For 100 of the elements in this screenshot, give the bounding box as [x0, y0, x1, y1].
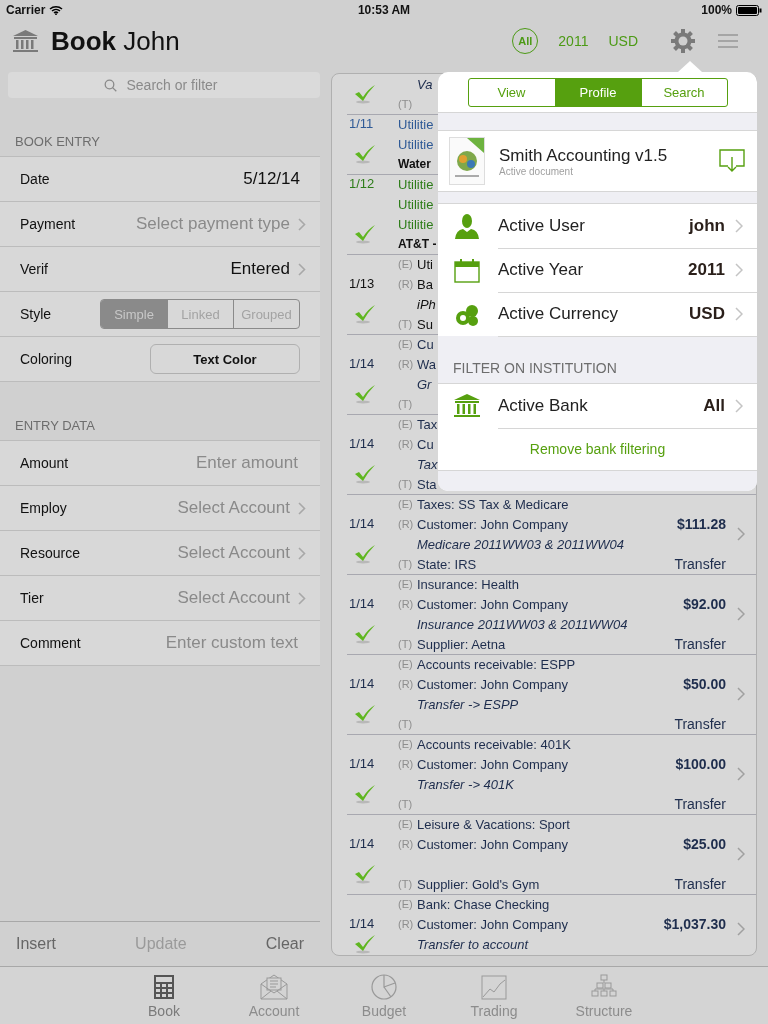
bank-icon — [453, 392, 481, 420]
filter-link[interactable]: USD — [608, 33, 638, 49]
entry-text: Transfer to account — [417, 936, 529, 952]
tab-item[interactable]: Account — [239, 967, 309, 1024]
setting-label: Active Currency — [498, 303, 619, 324]
document-icon — [449, 137, 485, 185]
document-subtitle: Active document — [499, 165, 574, 177]
line-tag: (R) — [398, 278, 417, 290]
entry-text: Medicare 2011WW03 & 2011WW04 — [417, 536, 624, 552]
select-placeholder[interactable]: Select Account — [177, 543, 290, 563]
segment[interactable]: Simple — [101, 300, 167, 328]
chevron-icon[interactable] — [737, 922, 745, 936]
field-label: Resource — [20, 545, 80, 561]
line-tag: (R) — [398, 758, 417, 770]
chevron-icon[interactable] — [737, 687, 745, 701]
entry-text: Customer: John Company — [417, 516, 568, 532]
segment-tab[interactable]: Search — [640, 78, 727, 106]
transaction-date: 1/14 — [349, 355, 375, 373]
chevron-icon[interactable] — [737, 527, 745, 541]
field-label: Date — [20, 171, 50, 187]
battery-percent: 100% — [701, 3, 732, 17]
field-label: Style — [20, 306, 52, 322]
entry-text: Supplier: Gold's Gym — [417, 876, 540, 892]
amount: $100.00 — [675, 756, 726, 772]
input-field[interactable]: Enter amount — [106, 452, 300, 474]
select-placeholder[interactable]: Select Account — [177, 588, 290, 608]
tab-item[interactable]: Structure — [569, 967, 639, 1024]
remove-filter-link[interactable]: Remove bank filtering — [529, 441, 666, 457]
tab-item[interactable]: Trading — [459, 967, 529, 1024]
download-icon[interactable] — [719, 149, 745, 173]
chevron-icon — [298, 217, 306, 231]
settings-row[interactable]: Active Currency USD — [438, 292, 757, 336]
entry-text: Taxes: SS Tax & Medicare — [417, 496, 569, 512]
chevron-icon — [735, 262, 743, 277]
entry-text: Tax — [417, 416, 438, 432]
entry-text: Bank: Chase Checking — [417, 896, 550, 912]
entry-text: Supplier: Aetna — [417, 636, 506, 652]
tab-item[interactable]: Book — [129, 967, 199, 1024]
line-tag: (E) — [398, 658, 417, 670]
setting-label: Active Bank — [498, 395, 589, 416]
line-tag: (R) — [398, 838, 417, 850]
line-tag: (R) — [398, 438, 417, 450]
settings-row[interactable]: Active Bank All — [438, 384, 757, 428]
entry-text: Cu — [417, 336, 434, 352]
carrier-label: Carrier — [6, 3, 46, 17]
menu-icon[interactable] — [718, 34, 738, 48]
transaction-date: 1/14 — [349, 835, 375, 853]
entry-text: Utilitie — [398, 176, 434, 192]
input-field[interactable]: Enter custom text — [106, 632, 300, 654]
action-button[interactable]: Clear — [265, 935, 304, 953]
search-field[interactable]: Search or filter — [8, 72, 320, 98]
field-label: Coloring — [20, 351, 73, 367]
select-placeholder[interactable]: Select payment type — [135, 214, 290, 234]
field-label: Amount — [20, 455, 69, 471]
chevron-icon[interactable] — [737, 847, 745, 861]
select-placeholder[interactable]: Select Account — [177, 498, 290, 518]
chevron-icon[interactable] — [737, 767, 745, 781]
segment-tab[interactable]: Profile — [554, 78, 641, 106]
settings-row[interactable]: Active User john — [438, 204, 757, 248]
entry-text: Transfer -> ESPP — [417, 696, 519, 712]
chevron-icon[interactable] — [737, 607, 745, 621]
transaction-date: 1/14 — [349, 755, 375, 773]
setting-label: Active User — [498, 215, 586, 236]
settings-row[interactable]: Active Year 2011 — [438, 248, 757, 292]
line-tag: (R) — [398, 358, 417, 370]
line-tag: (R) — [398, 678, 417, 690]
entry-text: Wa — [417, 356, 437, 372]
setting-value: 2011 — [688, 259, 725, 280]
user-icon — [453, 212, 481, 240]
field-label: Verif — [20, 261, 48, 277]
document-title: Smith Accounting v1.5 — [499, 145, 669, 166]
line-tag: (E) — [398, 418, 417, 430]
line-chart-icon — [479, 972, 509, 1001]
entry-text: Transfer -> 401K — [417, 776, 514, 792]
entry-text: Accounts receivable: 401K — [417, 736, 571, 752]
entry-text: Accounts receivable: ESPP — [417, 656, 576, 672]
transaction-type: Transfer — [674, 796, 726, 812]
filter-link[interactable]: 2011 — [558, 33, 589, 49]
entry-text: Utilitie — [398, 136, 434, 152]
segment-tab[interactable]: View — [468, 78, 555, 106]
transaction-date: 1/14 — [349, 675, 375, 693]
action-button[interactable]: Insert — [16, 935, 56, 953]
chevron-icon — [298, 546, 306, 560]
entry-text: Customer: John Company — [417, 596, 568, 612]
field-label: Comment — [20, 635, 81, 651]
field-label: Employ — [20, 500, 67, 516]
calendar-icon — [453, 256, 481, 284]
setting-label: Active Year — [498, 259, 585, 280]
settings-icon[interactable] — [670, 28, 696, 54]
search-icon — [104, 79, 117, 92]
amount: $92.00 — [683, 596, 726, 612]
text-color-button[interactable]: Text Color — [150, 344, 300, 374]
entry-text: Insurance 2011WW03 & 2011WW04 — [417, 616, 628, 632]
line-tag: (T) — [398, 478, 417, 490]
entry-text: Tax — [417, 456, 438, 472]
tab-item[interactable]: Budget — [349, 967, 419, 1024]
select-value[interactable]: Entered — [230, 259, 290, 279]
amount: $1,037.30 — [663, 916, 726, 932]
line-tag: (T) — [398, 798, 417, 810]
bank-icon — [12, 29, 39, 53]
